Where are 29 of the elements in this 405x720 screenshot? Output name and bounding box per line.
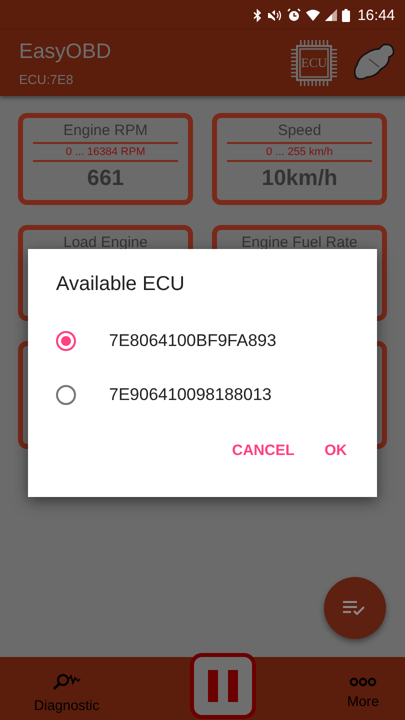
cancel-button[interactable]: CANCEL: [220, 434, 306, 467]
checklist-icon: [343, 600, 367, 616]
bluetooth-icon: [253, 8, 262, 22]
wifi-icon: [306, 9, 320, 21]
gauge-title: Engine RPM: [63, 121, 148, 141]
checklist-button[interactable]: [324, 577, 386, 639]
battery-icon: [342, 8, 350, 22]
app-title: EasyOBD: [19, 40, 112, 64]
pause-button[interactable]: [190, 652, 256, 718]
status-time: 16:44: [357, 6, 395, 24]
ecu-option[interactable]: 7E906410098188013: [28, 368, 377, 422]
gauge-title: Load Engine: [63, 233, 148, 253]
gauge-value: 10km/h: [262, 164, 338, 192]
ecu-option[interactable]: 7E8064100BF9FA893: [28, 314, 377, 368]
dialog-title: Available ECU: [55, 273, 186, 296]
ecu-id: ECU:7E8: [19, 72, 74, 86]
radio-button[interactable]: [56, 331, 76, 351]
ok-button[interactable]: OK: [312, 434, 359, 467]
magnifier-wave-icon: [52, 672, 81, 690]
radio-button[interactable]: [56, 385, 76, 405]
gauge-value: 661: [87, 164, 124, 192]
alarm-icon: [287, 8, 302, 22]
gauge-range: 0 ... 16384 RPM: [66, 145, 146, 159]
mute-icon: [267, 8, 282, 22]
gauge-range: 0 ... 255 km/h: [266, 145, 333, 159]
more-icon: [349, 676, 378, 686]
gauge-title: Engine Fuel Rate: [242, 233, 358, 253]
gauge-title: Speed: [278, 121, 322, 141]
signal-icon: [325, 9, 338, 21]
